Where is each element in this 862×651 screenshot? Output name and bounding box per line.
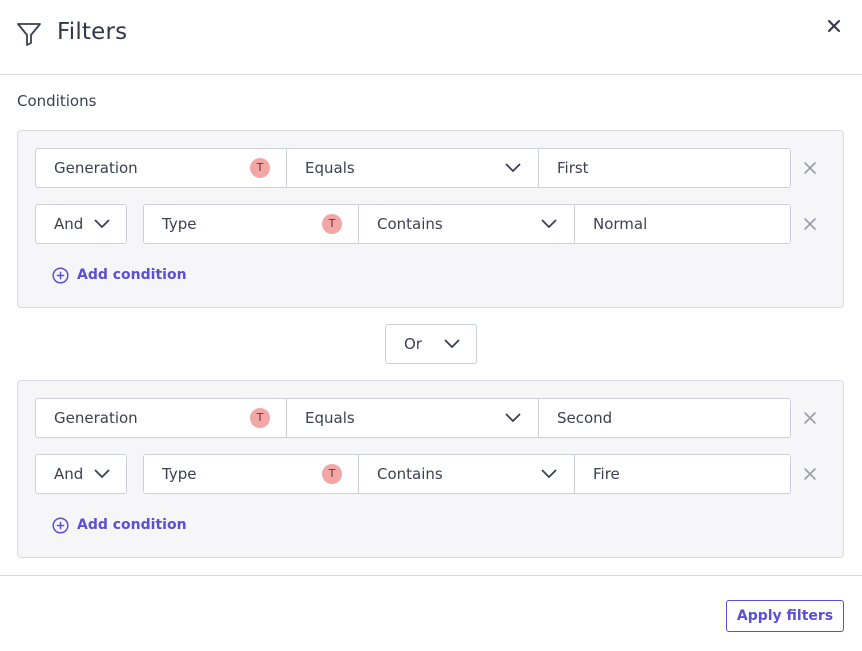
field-select[interactable]: Generation T <box>35 148 287 188</box>
condition-group-2: Generation T Equals Second And Type T Co… <box>17 380 844 558</box>
chevron-down-icon <box>505 163 521 173</box>
condition-row: Generation T Equals First <box>35 148 825 188</box>
text-type-badge: T <box>250 408 270 428</box>
text-type-badge: T <box>250 158 270 178</box>
remove-condition-icon[interactable] <box>803 467 817 481</box>
conjunction-select-value: And <box>54 465 84 483</box>
value-input[interactable]: Normal <box>575 204 791 244</box>
field-select-value: Generation <box>54 159 138 177</box>
remove-condition-icon[interactable] <box>803 217 817 231</box>
value-input[interactable]: Fire <box>575 454 791 494</box>
chevron-down-icon <box>94 469 110 479</box>
conjunction-select[interactable]: And <box>35 454 127 494</box>
value-input[interactable]: Second <box>539 398 791 438</box>
operator-select[interactable]: Contains <box>359 204 575 244</box>
value-input-text: First <box>557 159 589 177</box>
value-input-text: Fire <box>593 465 620 483</box>
apply-filters-button[interactable]: Apply filters <box>726 600 844 632</box>
text-type-badge: T <box>322 464 342 484</box>
field-select-value: Generation <box>54 409 138 427</box>
filters-header: Filters <box>0 0 862 75</box>
operator-select[interactable]: Equals <box>287 148 539 188</box>
value-input-text: Second <box>557 409 613 427</box>
footer-divider <box>0 575 862 576</box>
conjunction-select-value: And <box>54 215 84 233</box>
field-select-value: Type <box>162 465 197 483</box>
operator-select-value: Equals <box>305 409 355 427</box>
condition-row: Generation T Equals Second <box>35 398 825 438</box>
value-input[interactable]: First <box>539 148 791 188</box>
plus-circle-icon <box>52 516 69 534</box>
chevron-down-icon <box>94 219 110 229</box>
condition-row: And Type T Contains Fire <box>35 454 825 494</box>
chevron-down-icon <box>541 219 557 229</box>
conjunction-select[interactable]: And <box>35 204 127 244</box>
add-condition-label: Add condition <box>77 267 187 283</box>
operator-select[interactable]: Equals <box>287 398 539 438</box>
text-type-badge: T <box>322 214 342 234</box>
close-icon[interactable] <box>826 18 842 34</box>
group-joiner-select[interactable]: Or <box>385 324 477 364</box>
remove-condition-icon[interactable] <box>803 161 817 175</box>
page-title: Filters <box>57 19 128 45</box>
operator-select-value: Equals <box>305 159 355 177</box>
field-select-value: Type <box>162 215 197 233</box>
chevron-down-icon <box>541 469 557 479</box>
remove-condition-icon[interactable] <box>803 411 817 425</box>
value-input-text: Normal <box>593 215 648 233</box>
chevron-down-icon <box>505 413 521 423</box>
field-select[interactable]: Type T <box>143 454 359 494</box>
add-condition-button[interactable]: Add condition <box>52 515 187 535</box>
add-condition-button[interactable]: Add condition <box>52 265 187 285</box>
operator-select[interactable]: Contains <box>359 454 575 494</box>
field-select[interactable]: Type T <box>143 204 359 244</box>
operator-select-value: Contains <box>377 215 443 233</box>
conditions-label: Conditions <box>17 92 97 110</box>
group-joiner-value: Or <box>404 335 422 353</box>
operator-select-value: Contains <box>377 465 443 483</box>
condition-row: And Type T Contains Normal <box>35 204 825 244</box>
add-condition-label: Add condition <box>77 517 187 533</box>
condition-group-1: Generation T Equals First And Type T Con… <box>17 130 844 308</box>
plus-circle-icon <box>52 266 69 284</box>
filter-funnel-icon <box>17 23 41 46</box>
chevron-down-icon <box>444 339 460 349</box>
field-select[interactable]: Generation T <box>35 398 287 438</box>
